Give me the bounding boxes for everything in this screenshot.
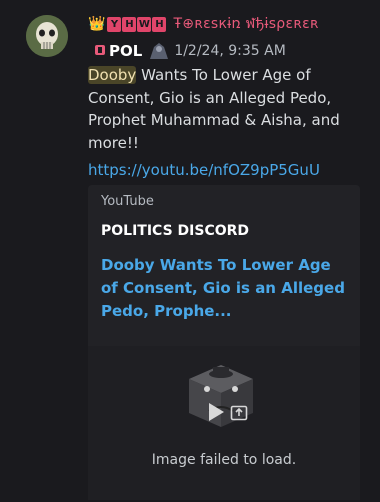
skull-avatar-image	[26, 15, 68, 57]
embed-provider[interactable]: YouTube	[101, 194, 154, 209]
guild-tag-letter: H	[122, 16, 137, 32]
embed-thumbnail[interactable]: Image failed to load.	[88, 346, 360, 500]
embed-author[interactable]: POLITICS DISCORD	[101, 223, 249, 239]
message-content: Dooby Wants To Lower Age of Consent, Gio…	[88, 64, 370, 154]
role-icon	[94, 44, 106, 59]
open-external-icon[interactable]	[230, 403, 248, 421]
guild-tag-letter: Y	[107, 16, 122, 32]
message-timestamp[interactable]: 1/2/24, 9:35 AM	[174, 43, 286, 59]
role-tag[interactable]: POL	[109, 42, 142, 60]
author-username[interactable]: Ŧ⊕ʀɛѕкɨռ ฬђɨѕρɛʀɛʀ	[173, 13, 318, 35]
link-embed: YouTube POLITICS DISCORD Dooby Wants To …	[88, 185, 360, 500]
image-failed-text: Image failed to load.	[151, 452, 297, 468]
user-mention[interactable]: Dooby	[88, 66, 137, 84]
author-avatar[interactable]	[26, 15, 68, 57]
embed-title[interactable]: Dooby Wants To Lower Age of Consent, Gio…	[101, 254, 351, 323]
message-header: 👑 Y H W H Ŧ⊕ʀɛѕкɨռ ฬђɨѕρɛʀɛʀ	[88, 14, 319, 34]
guild-tag-letter: H	[152, 16, 167, 32]
crown-icon: 👑	[88, 16, 106, 32]
decoration-icon	[150, 43, 169, 59]
message-subline: POL 1/2/24, 9:35 AM	[94, 40, 286, 62]
guild-tag-letter: W	[137, 16, 152, 32]
message-link[interactable]: https://youtu.be/nfOZ9pP5GuU	[88, 161, 320, 179]
play-icon[interactable]	[207, 402, 225, 422]
